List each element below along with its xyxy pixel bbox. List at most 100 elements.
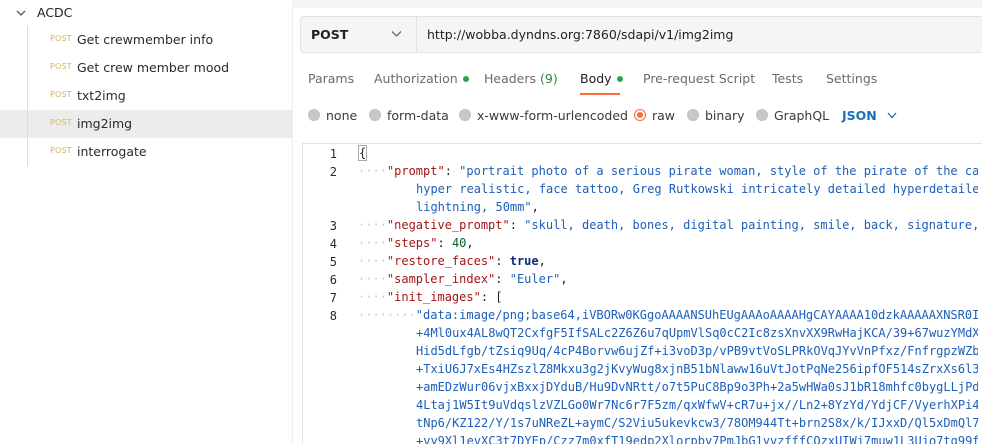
whitespace-guide: ···· (358, 272, 387, 286)
radio-binary[interactable]: binary (687, 104, 745, 126)
json-string: hyper realistic, face tattoo, Greg Rutko… (416, 182, 978, 196)
whitespace-guide: ···· (358, 218, 387, 232)
request-url-bar: POST (300, 16, 982, 53)
method-label: POST (311, 27, 349, 42)
tab-label: Pre-request Script (643, 71, 756, 86)
code-line-wrap: lightning, 50mm", (416, 200, 539, 214)
request-item-interrogate[interactable]: POST interrogate (0, 138, 292, 166)
request-editor-pane: POST Params Authorization Headers (9) Bo… (292, 0, 982, 444)
tab-label: Settings (826, 71, 878, 86)
radio-label: GraphQL (774, 107, 830, 123)
whitespace-guide: ········ (358, 308, 416, 322)
radio-x-www-form-urlencoded[interactable]: x-www-form-urlencoded (459, 104, 628, 126)
tab-headers[interactable]: Headers (9) (484, 71, 558, 86)
request-item-get-crewmember-info[interactable]: POST Get crewmember info (0, 26, 292, 54)
whitespace-guide: ···· (358, 254, 387, 268)
radio-label: form-data (387, 107, 449, 123)
tab-label: Headers (484, 71, 537, 86)
radio-circle (308, 109, 320, 121)
radio-label: none (326, 107, 358, 123)
radio-label: raw (652, 107, 676, 123)
json-string: +TxiU6J7xEs4HZszlZ8Mkxu3g2jKvyWug8xjnB51… (416, 362, 978, 376)
request-name: interrogate (77, 144, 147, 159)
request-item-img2img[interactable]: POST img2img (0, 110, 292, 138)
request-item-get-crew-member-mood[interactable]: POST Get crew member mood (0, 54, 292, 82)
line-number: 3 (329, 219, 337, 233)
whitespace-guide: ···· (358, 236, 387, 250)
tab-settings[interactable]: Settings (826, 71, 877, 86)
radio-none[interactable]: none (308, 104, 357, 126)
radio-circle-selected (634, 109, 646, 121)
radio-circle (687, 109, 699, 121)
raw-format-select[interactable]: JSON (842, 104, 897, 126)
code-line-wrap: +amEDzWur06vjxBxxjDYduB/Hu9DvNRtt/o7t5Pu… (416, 378, 978, 396)
json-key: "negative_prompt" (386, 218, 510, 232)
code-line: ····"prompt": "portrait photo of a serio… (358, 162, 978, 180)
json-key: "steps" (386, 236, 438, 250)
code-line-wrap: Hid5dLfgb/tZsiq9Uq/4cP4Borvw6ujZf+i3voD3… (416, 342, 978, 360)
code-line: ········"data:image/png;base64,iVBORw0KG… (358, 306, 978, 324)
open-brace: { (358, 145, 368, 161)
request-name: Get crewmember info (77, 32, 214, 47)
status-dot (462, 75, 469, 82)
json-string: lightning, 50mm" (416, 200, 532, 214)
code-line-wrap: +vy9Xl1eyXC3t7DYEp/Czz7m0xfT19edp2Xlorpb… (416, 432, 978, 444)
tab-pre-request-script[interactable]: Pre-request Script (643, 71, 755, 86)
request-name: txt2img (77, 88, 126, 103)
tab-strip (292, 0, 982, 8)
radio-label: x-www-form-urlencoded (477, 107, 628, 123)
format-label: JSON (842, 107, 877, 123)
tab-label: Params (308, 71, 355, 86)
line-number: 8 (329, 309, 337, 323)
headers-count: (9) (540, 71, 558, 86)
chevron-down-icon (391, 31, 402, 37)
tree-line (27, 82, 28, 110)
line-number: 6 (329, 273, 337, 287)
json-key: "restore_faces" (386, 254, 496, 268)
radio-form-data[interactable]: form-data (369, 104, 449, 126)
code-line: ····"steps": 40, (358, 236, 474, 250)
tree-line (27, 138, 28, 166)
json-string: "skull, death, bones, digital painting, … (524, 218, 978, 232)
url-input[interactable] (417, 17, 982, 52)
json-string: +4Ml0ux4AL8wQT2CxfgF5IfSALc2Z6Z6u7qUpmVl… (416, 326, 978, 340)
json-string: "Euler" (509, 272, 561, 286)
code-editor[interactable]: 1 2 3 4 5 6 7 8 { ····"prompt": "portrai… (302, 143, 982, 444)
body-type-selector: none form-data x-www-form-urlencoded raw… (292, 104, 982, 126)
tab-authorization[interactable]: Authorization (374, 71, 469, 86)
json-string: Hid5dLfgb/tZsiq9Uq/4cP4Borvw6ujZf+i3voD3… (416, 344, 978, 358)
request-name: Get crew member mood (77, 60, 230, 75)
radio-circle (756, 109, 768, 121)
tab-label: Authorization (374, 71, 458, 86)
method-badge: POST (50, 118, 72, 127)
json-number: 40 (451, 236, 467, 250)
code-line: ····"sampler_index": "Euler", (358, 272, 568, 286)
radio-raw[interactable]: raw (634, 104, 675, 126)
request-name: img2img (77, 116, 133, 131)
code-line-wrap: tNp6/KZ122/Y/1s7uNReZL+aymC/S2Viu5ukevkc… (416, 414, 978, 432)
method-badge: POST (50, 62, 72, 71)
tree-line (27, 54, 28, 82)
whitespace-guide: ···· (358, 164, 387, 178)
json-string: tNp6/KZ122/Y/1s7uNReZL+aymC/S2Viu5ukevkc… (416, 416, 978, 430)
code-line-wrap: hyper realistic, face tattoo, Greg Rutko… (416, 180, 978, 198)
tab-params[interactable]: Params (308, 71, 354, 86)
json-key: "sampler_index" (386, 272, 496, 286)
json-key: "init_images" (386, 290, 481, 304)
tab-tests[interactable]: Tests (772, 71, 803, 86)
radio-label: binary (705, 107, 745, 123)
collection-acdc[interactable]: ACDC (0, 0, 292, 26)
request-item-txt2img[interactable]: POST txt2img (0, 82, 292, 110)
radio-circle (459, 109, 471, 121)
line-number: 1 (329, 147, 337, 161)
request-tabs: Params Authorization Headers (9) Body Pr… (292, 68, 982, 95)
line-number-gutter: 1 2 3 4 5 6 7 8 (303, 144, 347, 444)
code-content: { ····"prompt": "portrait photo of a ser… (358, 144, 978, 444)
tab-body[interactable]: Body (580, 71, 623, 86)
chevron-down-icon[interactable] (15, 7, 27, 19)
radio-graphql[interactable]: GraphQL (756, 104, 829, 126)
json-string: +vy9Xl1eyXC3t7DYEp/Czz7m0xfT19edp2Xlorpb… (416, 434, 978, 444)
method-badge: POST (50, 90, 72, 99)
method-select[interactable]: POST (301, 17, 417, 52)
line-number: 5 (329, 255, 337, 269)
